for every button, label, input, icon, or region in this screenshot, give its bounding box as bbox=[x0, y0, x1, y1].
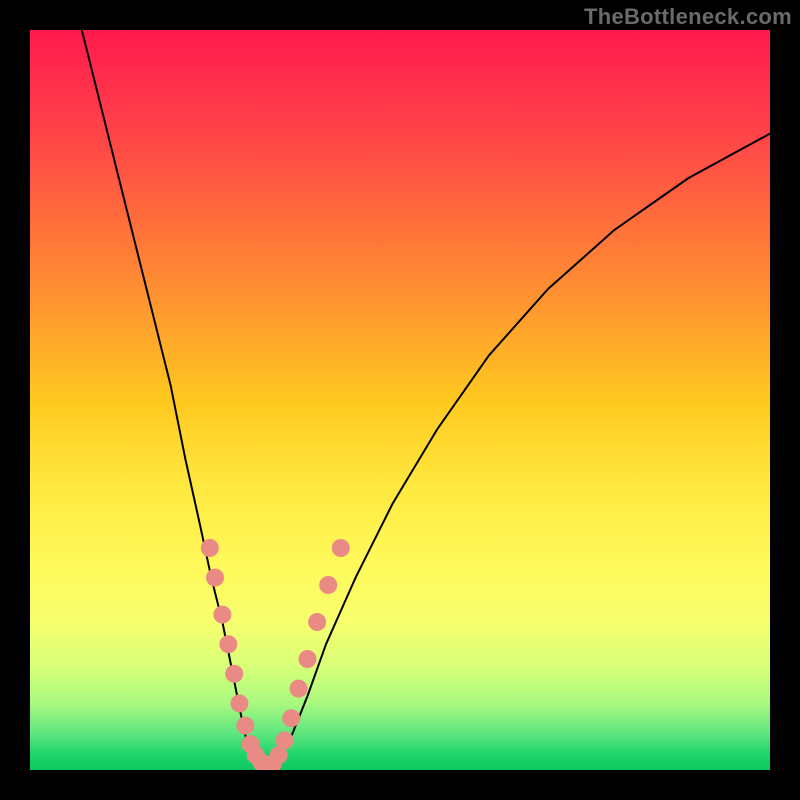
watermark-label: TheBottleneck.com bbox=[584, 4, 792, 30]
plot-area bbox=[30, 30, 770, 770]
marker-point bbox=[201, 539, 219, 557]
curve-group bbox=[82, 30, 770, 768]
curve-left-curve bbox=[82, 30, 260, 766]
marker-point bbox=[319, 576, 337, 594]
marker-point bbox=[276, 731, 294, 749]
chart-frame: TheBottleneck.com bbox=[0, 0, 800, 800]
curve-right-curve bbox=[274, 134, 770, 767]
marker-point bbox=[236, 717, 254, 735]
marker-point bbox=[219, 635, 237, 653]
marker-group bbox=[201, 539, 350, 770]
marker-point bbox=[282, 709, 300, 727]
marker-point bbox=[290, 680, 308, 698]
marker-point bbox=[213, 606, 231, 624]
marker-point bbox=[308, 613, 326, 631]
marker-point bbox=[225, 665, 243, 683]
marker-point bbox=[332, 539, 350, 557]
marker-point bbox=[206, 569, 224, 587]
chart-svg bbox=[30, 30, 770, 770]
marker-point bbox=[230, 694, 248, 712]
marker-point bbox=[299, 650, 317, 668]
